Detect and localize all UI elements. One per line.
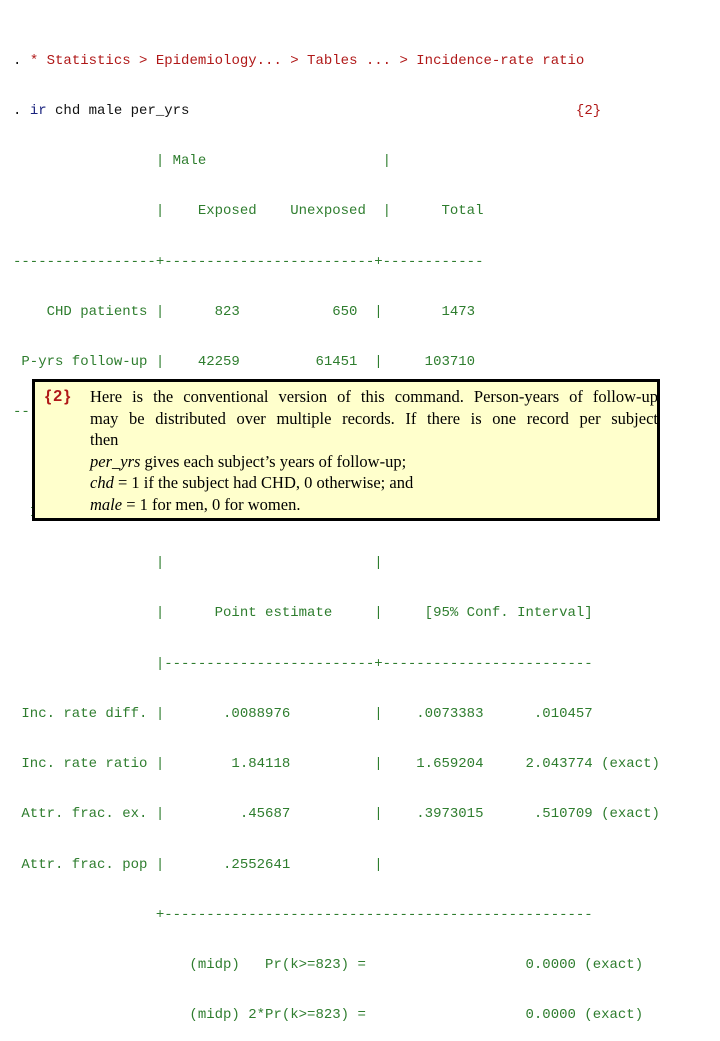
command-keyword: ir: [29, 102, 47, 119]
annotation-tag: {2}: [45, 388, 73, 405]
table-row: CHD patients | 823 650 | 1473: [13, 303, 476, 320]
estimate-row: Inc. rate ratio | 1.84118 | 1.659204 2.0…: [13, 756, 660, 772]
command-line: . ir chd male per_yrs {2}: [13, 102, 602, 119]
annotation-line: then: [90, 430, 119, 449]
table-line: | Exposed Unexposed | Total: [13, 203, 484, 220]
command-pad: [189, 103, 575, 119]
table-line: | |: [13, 555, 383, 571]
stata-results-window: . * Statistics > Epidemiology... > Table…: [13, 19, 660, 1041]
variable-name: per_yrs: [90, 451, 141, 471]
variable-name: male: [90, 494, 123, 514]
variable-name: chd: [90, 473, 114, 492]
annotation-text: Here is the conventional version of this…: [90, 386, 658, 515]
command-args: chd male per_yrs: [55, 102, 190, 119]
table-separator: +---------------------------------------…: [13, 906, 593, 923]
estimate-row: Inc. rate diff. | .0088976 | .0073383 .0…: [13, 705, 593, 722]
estimate-header: | Point estimate | [95% Conf. Interval]: [13, 605, 593, 622]
annotation-line: chd = 1 if the subject had CHD, 0 otherw…: [90, 473, 414, 492]
pvalue-row: (midp) Pr(k>=823) = 0.0000 (exact): [13, 957, 644, 973]
table-separator: |-------------------------+-------------…: [13, 655, 593, 672]
menu-path-line: . * Statistics > Epidemiology... > Table…: [13, 52, 585, 69]
annotation-line: Here is the conventional version of this…: [90, 387, 658, 406]
estimate-row: Attr. frac. ex. | .45687 | .3973015 .510…: [13, 806, 660, 823]
table-line: | Male |: [13, 153, 392, 169]
annotation-box: {2} Here is the conventional version of …: [32, 379, 660, 521]
menu-path-text: * Statistics > Epidemiology... > Tables …: [29, 52, 585, 69]
table-row: P-yrs follow-up | 42259 61451 | 103710: [13, 354, 476, 370]
annotation-line: male = 1 for men, 0 for women.: [90, 494, 301, 514]
annotation-line: may be distributed over multiple records…: [90, 408, 658, 428]
estimate-row: Attr. frac. pop | .2552641 |: [13, 856, 383, 873]
table-separator: -----------------+----------------------…: [13, 253, 484, 270]
pvalue-row: (midp) 2*Pr(k>=823) = 0.0000 (exact): [13, 1007, 644, 1024]
annotation-line: per_yrs gives each subject’s years of fo…: [90, 451, 407, 471]
marker-label: {2}: [575, 102, 602, 119]
